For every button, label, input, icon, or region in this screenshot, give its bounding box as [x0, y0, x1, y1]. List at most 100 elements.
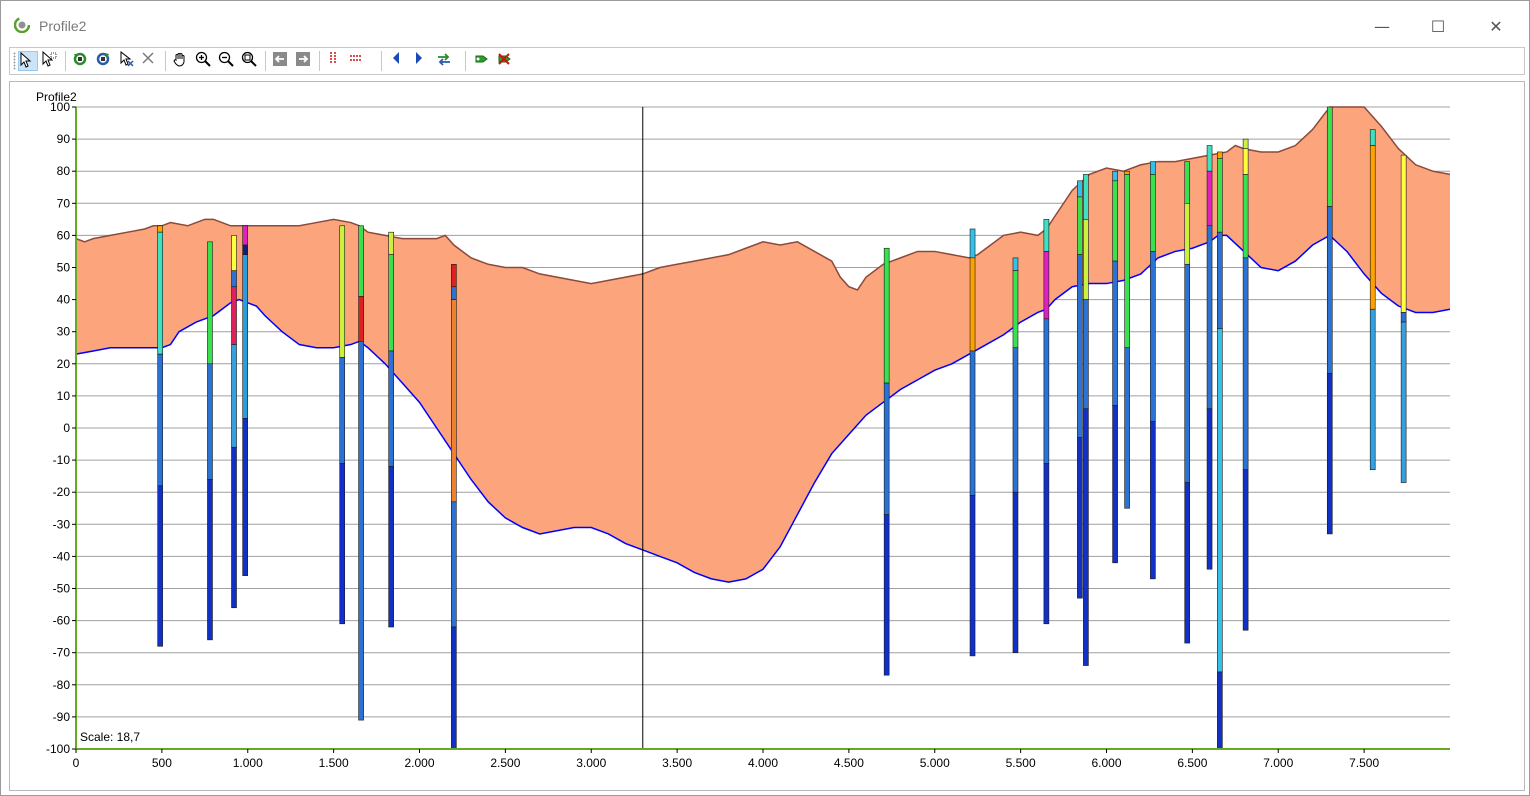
- horizontal-lines-button[interactable]: [349, 51, 369, 71]
- y-tick-label: -80: [53, 678, 71, 692]
- borehole-segment: [1400, 321, 1407, 483]
- x-tick-label: 4.000: [748, 756, 778, 770]
- toolbar-separator: [465, 51, 466, 71]
- remove-button[interactable]: [496, 51, 516, 71]
- x-tick-label: 6.500: [1177, 756, 1207, 770]
- borehole-segment: [1077, 180, 1083, 198]
- x-tick-label: 7.500: [1349, 756, 1379, 770]
- borehole-segment: [1012, 347, 1019, 493]
- borehole-segment: [242, 418, 248, 576]
- maximize-button[interactable]: ☐: [1415, 11, 1461, 41]
- previous-icon: [393, 52, 399, 64]
- profile-chart[interactable]: 1009080706050403020100-10-20-30-40-50-60…: [10, 82, 1522, 788]
- borehole-segment: [388, 466, 394, 628]
- borehole-segment: [157, 485, 163, 647]
- borehole-segment: [358, 341, 364, 721]
- toolbar: [9, 47, 1525, 75]
- borehole: [1112, 170, 1118, 564]
- borehole-segment: [1242, 174, 1249, 259]
- previous-button[interactable]: [390, 51, 410, 71]
- close-icon: ✕: [1489, 16, 1503, 36]
- borehole: [1083, 174, 1089, 666]
- arrow-left-box-button[interactable]: [272, 51, 292, 71]
- borehole-segment: [1184, 482, 1191, 644]
- profile-plot-panel[interactable]: 100 90 80 70 60 50 40 30 20 10 0 -10 -20 -30 -40 -50 -60…: [9, 81, 1525, 791]
- borehole-segment: [883, 382, 890, 515]
- vertical-lines-button[interactable]: [326, 51, 346, 71]
- select-multiple-button[interactable]: [41, 51, 61, 71]
- borehole-segment: [1043, 463, 1050, 625]
- delete-x-icon: [142, 52, 154, 64]
- swap-green-icon: [438, 53, 450, 66]
- zoom-in-icon: [195, 51, 211, 67]
- borehole-segment: [1150, 251, 1156, 422]
- borehole-segment: [1112, 180, 1118, 262]
- borehole-segment: [1124, 347, 1130, 509]
- pan-hand-button[interactable]: [172, 51, 192, 71]
- toolbar-separator: [65, 51, 66, 71]
- borehole-segment: [242, 244, 248, 255]
- borehole: [1326, 106, 1333, 535]
- borehole-segment: [1217, 151, 1223, 159]
- borehole: [1184, 161, 1191, 644]
- borehole-segment: [1184, 203, 1191, 265]
- x-tick-label: 5.000: [920, 756, 950, 770]
- pointer-cross-icon: [120, 51, 134, 67]
- swap-button[interactable]: [436, 51, 456, 71]
- borehole-segment: [157, 225, 163, 233]
- add-green-icon: [475, 55, 488, 63]
- toolbar-grip[interactable]: [13, 52, 16, 70]
- title-bar[interactable]: Profile2 — ☐ ✕: [1, 1, 1529, 41]
- pointer-cross-button[interactable]: [118, 51, 138, 71]
- add-button[interactable]: [473, 51, 493, 71]
- borehole: [1077, 180, 1083, 599]
- refresh-blue-icon: [96, 52, 110, 66]
- y-tick-label: -70: [53, 646, 71, 660]
- close-button[interactable]: ✕: [1473, 11, 1519, 41]
- x-tick-label: 2.000: [404, 756, 434, 770]
- borehole-segment: [1369, 145, 1376, 310]
- borehole-segment: [242, 225, 248, 246]
- zoom-out-button[interactable]: [218, 51, 238, 71]
- borehole-segment: [1326, 373, 1333, 535]
- borehole: [969, 228, 976, 657]
- borehole-segment: [1184, 161, 1191, 204]
- x-tick-label: 3.000: [576, 756, 606, 770]
- borehole-segment: [1124, 170, 1130, 175]
- borehole-segment: [1043, 251, 1050, 320]
- borehole-segment: [451, 501, 457, 628]
- x-tick-label: 2.500: [490, 756, 520, 770]
- refresh-green-button[interactable]: [72, 51, 92, 71]
- next-button[interactable]: [413, 51, 433, 71]
- y-tick-label: 20: [57, 357, 71, 371]
- minimize-icon: —: [1374, 16, 1390, 36]
- zoom-in-button[interactable]: [195, 51, 215, 71]
- y-tick-label: -90: [53, 710, 71, 724]
- borehole-segment: [969, 257, 976, 352]
- delete-button[interactable]: [141, 51, 161, 71]
- minimize-button[interactable]: —: [1359, 11, 1405, 41]
- y-tick-label: -30: [53, 517, 71, 531]
- borehole-segment: [242, 254, 248, 419]
- borehole-segment: [1077, 196, 1083, 255]
- borehole: [388, 231, 394, 628]
- y-tick-label: 0: [63, 421, 70, 435]
- x-tick-label: 0: [73, 756, 80, 770]
- borehole-segment: [358, 296, 364, 342]
- borehole-segment: [969, 495, 976, 657]
- chart-title: Profile2: [36, 90, 77, 104]
- y-tick-label: -20: [53, 485, 71, 499]
- zoom-out-icon: [218, 51, 234, 67]
- borehole-segment: [1083, 299, 1089, 410]
- zoom-extent-button[interactable]: [241, 51, 261, 71]
- arrow-right-box-button[interactable]: [295, 51, 315, 71]
- x-tick-label: 5.500: [1006, 756, 1036, 770]
- borehole-segment: [1083, 408, 1089, 666]
- borehole-segment: [1184, 263, 1191, 483]
- borehole-segment: [231, 235, 237, 272]
- borehole-segment: [451, 626, 457, 750]
- borehole-segment: [1012, 270, 1019, 349]
- select-arrow-button[interactable]: [18, 51, 38, 71]
- y-tick-label: 60: [57, 228, 71, 242]
- refresh-blue-button[interactable]: [95, 51, 115, 71]
